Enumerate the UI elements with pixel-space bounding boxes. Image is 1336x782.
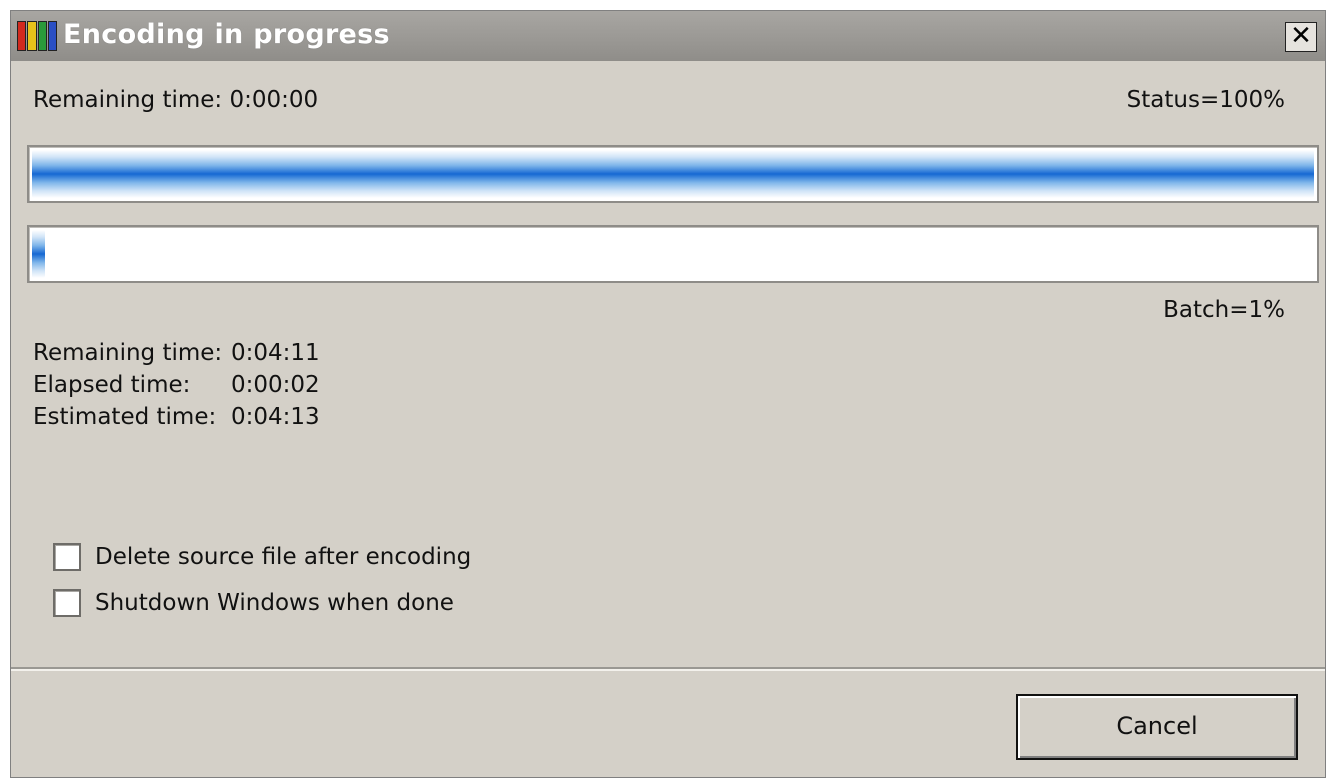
batch-progress-bar xyxy=(27,225,1319,283)
file-progress-fill xyxy=(32,150,1314,198)
app-film-strip-icon xyxy=(17,21,57,51)
encoding-dialog: Encoding in progress ✕ Remaining time: 0… xyxy=(10,10,1326,778)
stat-value: 0:00:02 xyxy=(231,372,320,398)
current-remaining-label: Remaining time: xyxy=(33,87,223,113)
shutdown-option[interactable]: Shutdown Windows when done xyxy=(53,589,454,617)
batch-percent: Batch=1% xyxy=(1163,297,1285,323)
status-percent: Status=100% xyxy=(1126,87,1285,113)
close-button[interactable]: ✕ xyxy=(1285,22,1317,52)
stat-estimated: Estimated time: 0:04:13 xyxy=(33,401,320,433)
file-progress-bar xyxy=(27,145,1319,203)
stat-value: 0:04:11 xyxy=(231,340,320,366)
window-title: Encoding in progress xyxy=(63,19,390,50)
shutdown-checkbox[interactable] xyxy=(53,589,81,617)
stat-remaining: Remaining time: 0:04:11 xyxy=(33,337,320,369)
stat-label: Remaining time: xyxy=(33,340,223,366)
current-remaining-value: 0:00:00 xyxy=(229,87,319,113)
close-icon: ✕ xyxy=(1290,21,1312,51)
shutdown-label[interactable]: Shutdown Windows when done xyxy=(95,590,454,616)
title-bar[interactable]: Encoding in progress ✕ xyxy=(11,11,1325,61)
stat-label: Elapsed time: xyxy=(33,372,191,398)
current-remaining-time: Remaining time: 0:00:00 xyxy=(33,87,318,113)
batch-time-stats: Remaining time: 0:04:11 Elapsed time: 0:… xyxy=(33,337,320,433)
stat-value: 0:04:13 xyxy=(231,404,320,430)
footer-divider xyxy=(11,667,1325,671)
stat-label: Estimated time: xyxy=(33,404,217,430)
delete-source-checkbox[interactable] xyxy=(53,543,81,571)
stat-elapsed: Elapsed time: 0:00:02 xyxy=(33,369,320,401)
batch-progress-fill xyxy=(32,230,45,278)
cancel-button[interactable]: Cancel xyxy=(1016,694,1298,760)
delete-source-label[interactable]: Delete source file after encoding xyxy=(95,544,471,570)
delete-source-option[interactable]: Delete source file after encoding xyxy=(53,543,471,571)
